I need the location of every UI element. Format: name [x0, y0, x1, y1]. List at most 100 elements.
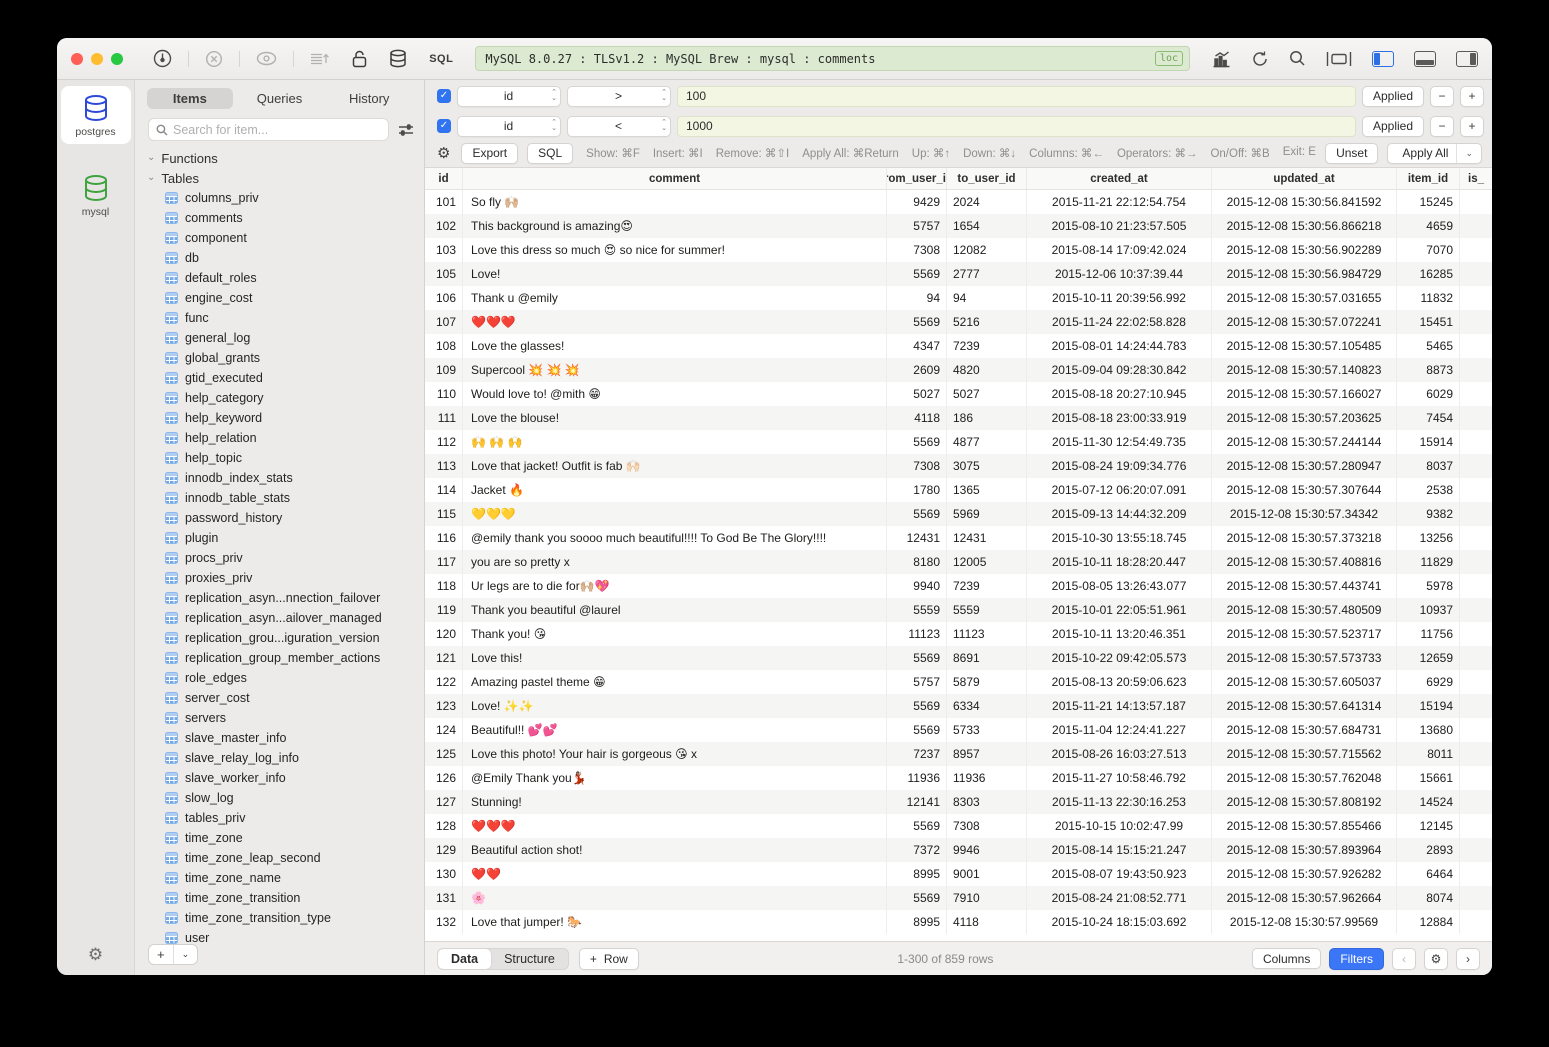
group-functions[interactable]: ⌄ Functions	[135, 148, 424, 168]
filter-operator-select[interactable]: >⌃⌄	[567, 86, 671, 107]
filter-value-input[interactable]: 100	[677, 86, 1356, 107]
apply-all-button[interactable]: Apply All ⌄	[1387, 143, 1482, 164]
remove-filter-button[interactable]: −	[1430, 86, 1454, 107]
unset-button[interactable]: Unset	[1325, 143, 1378, 164]
sql-editor-icon[interactable]: SQL	[429, 53, 453, 65]
sidebar-item-engine_cost[interactable]: engine_cost	[135, 288, 424, 308]
table-row[interactable]: 130❤️❤️899590012015-08-07 19:43:50.92320…	[425, 862, 1492, 886]
log-icon[interactable]	[310, 51, 330, 67]
sidebar-item-time_zone_name[interactable]: time_zone_name	[135, 868, 424, 888]
sql-button[interactable]: SQL	[527, 143, 573, 164]
table-row[interactable]: 132Love that jumper! 🐎899541182015-10-24…	[425, 910, 1492, 934]
table-row[interactable]: 118Ur legs are to die for🙌🏼💖994072392015…	[425, 574, 1492, 598]
toggle-bottom-panel-icon[interactable]	[1414, 51, 1436, 67]
sidebar-item-procs_priv[interactable]: procs_priv	[135, 548, 424, 568]
filter-sliders-icon[interactable]	[398, 123, 414, 137]
applied-button[interactable]: Applied	[1362, 86, 1424, 107]
connection-postgres[interactable]: postgres	[61, 86, 131, 144]
column-header-created_at[interactable]: created_at	[1027, 168, 1212, 189]
sidebar-item-server_cost[interactable]: server_cost	[135, 688, 424, 708]
table-row[interactable]: 128❤️❤️❤️556973082015-10-15 10:02:47.992…	[425, 814, 1492, 838]
remove-filter-button[interactable]: −	[1430, 116, 1454, 137]
close-window-button[interactable]	[71, 53, 83, 65]
minimize-window-button[interactable]	[91, 53, 103, 65]
tab-items[interactable]: Items	[147, 88, 233, 109]
toggle-left-panel-icon[interactable]	[1372, 51, 1394, 67]
lock-icon[interactable]	[352, 50, 367, 68]
tab-queries[interactable]: Queries	[237, 88, 323, 109]
sidebar-item-replication_grou...iguration_version[interactable]: replication_grou...iguration_version	[135, 628, 424, 648]
disconnect-icon[interactable]	[205, 50, 223, 68]
table-row[interactable]: 116@emily thank you soooo much beautiful…	[425, 526, 1492, 550]
toggle-right-panel-icon[interactable]	[1456, 51, 1478, 67]
sidebar-item-help_relation[interactable]: help_relation	[135, 428, 424, 448]
sidebar-item-slave_worker_info[interactable]: slave_worker_info	[135, 768, 424, 788]
sidebar-item-role_edges[interactable]: role_edges	[135, 668, 424, 688]
column-header-updated_at[interactable]: updated_at	[1212, 168, 1397, 189]
sidebar-item-tables_priv[interactable]: tables_priv	[135, 808, 424, 828]
settings-gear-icon[interactable]: ⚙	[88, 945, 103, 965]
column-header-id[interactable]: id	[425, 168, 463, 189]
column-header-to_user_id[interactable]: to_user_id	[947, 168, 1027, 189]
table-row[interactable]: 112🙌 🙌 🙌556948772015-11-30 12:54:49.7352…	[425, 430, 1492, 454]
table-row[interactable]: 110Would love to! @mith 😁502750272015-08…	[425, 382, 1492, 406]
table-row[interactable]: 109Supercool 💥 💥 💥260948202015-09-04 09:…	[425, 358, 1492, 382]
column-header-comment[interactable]: comment	[463, 168, 887, 189]
table-row[interactable]: 114Jacket 🔥178013652015-07-12 06:20:07.0…	[425, 478, 1492, 502]
sidebar-item-help_keyword[interactable]: help_keyword	[135, 408, 424, 428]
sidebar-item-proxies_priv[interactable]: proxies_priv	[135, 568, 424, 588]
sidebar-item-global_grants[interactable]: global_grants	[135, 348, 424, 368]
sidebar-item-innodb_index_stats[interactable]: innodb_index_stats	[135, 468, 424, 488]
table-row[interactable]: 102This background is amazing😍5757165420…	[425, 214, 1492, 238]
sidebar-item-replication_asyn...ailover_managed[interactable]: replication_asyn...ailover_managed	[135, 608, 424, 628]
sidebar-item-plugin[interactable]: plugin	[135, 528, 424, 548]
zoom-window-button[interactable]	[111, 53, 123, 65]
table-row[interactable]: 122Amazing pastel theme 😁575758792015-08…	[425, 670, 1492, 694]
filters-button[interactable]: Filters	[1329, 948, 1384, 970]
table-row[interactable]: 103Love this dress so much 😍 so nice for…	[425, 238, 1492, 262]
column-header-item_id[interactable]: item_id	[1397, 168, 1460, 189]
eye-icon[interactable]	[256, 51, 277, 66]
sidebar-item-gtid_executed[interactable]: gtid_executed	[135, 368, 424, 388]
table-row[interactable]: 113Love that jacket! Outfit is fab 🙌🏻730…	[425, 454, 1492, 478]
sidebar-item-general_log[interactable]: general_log	[135, 328, 424, 348]
sidebar-item-columns_priv[interactable]: columns_priv	[135, 188, 424, 208]
sidebar-item-slave_relay_log_info[interactable]: slave_relay_log_info	[135, 748, 424, 768]
filter-operator-select[interactable]: <⌃⌄	[567, 116, 671, 137]
sidebar-item-func[interactable]: func	[135, 308, 424, 328]
sidebar-item-help_category[interactable]: help_category	[135, 388, 424, 408]
filter-settings-gear-icon[interactable]: ⚙	[437, 144, 450, 162]
filter-column-select[interactable]: id⌃⌄	[457, 116, 561, 137]
group-tables[interactable]: ⌄ Tables	[135, 168, 424, 188]
table-row[interactable]: 106Thank u @emily94942015-10-11 20:39:56…	[425, 286, 1492, 310]
table-row[interactable]: 127Stunning!1214183032015-11-13 22:30:16…	[425, 790, 1492, 814]
add-filter-button[interactable]: +	[1460, 116, 1484, 137]
sidebar-item-servers[interactable]: servers	[135, 708, 424, 728]
table-row[interactable]: 121Love this!556986912015-10-22 09:42:05…	[425, 646, 1492, 670]
refresh-icon[interactable]	[1251, 50, 1269, 68]
table-row[interactable]: 123Love! ✨✨556963342015-11-21 14:13:57.1…	[425, 694, 1492, 718]
sidebar-item-default_roles[interactable]: default_roles	[135, 268, 424, 288]
sidebar-item-db[interactable]: db	[135, 248, 424, 268]
table-row[interactable]: 129Beautiful action shot!737299462015-08…	[425, 838, 1492, 862]
table-row[interactable]: 120Thank you! 😘11123111232015-10-11 13:2…	[425, 622, 1492, 646]
filter-column-select[interactable]: id⌃⌄	[457, 86, 561, 107]
add-item-button[interactable]: +	[149, 947, 173, 962]
filter-value-input[interactable]: 1000	[677, 116, 1356, 137]
sidebar-item-slow_log[interactable]: slow_log	[135, 788, 424, 808]
connect-icon[interactable]	[153, 49, 172, 68]
sidebar-item-help_topic[interactable]: help_topic	[135, 448, 424, 468]
item-search-box[interactable]	[148, 118, 389, 141]
table-row[interactable]: 115💛💛💛556959692015-09-13 14:44:32.209201…	[425, 502, 1492, 526]
column-header-from_user_id[interactable]: from_user_id	[887, 168, 947, 189]
previous-page-button[interactable]: ‹	[1392, 948, 1416, 970]
add-filter-button[interactable]: +	[1460, 86, 1484, 107]
table-row[interactable]: 105Love!556927772015-12-06 10:37:39.4420…	[425, 262, 1492, 286]
sidebar-item-component[interactable]: component	[135, 228, 424, 248]
tab-history[interactable]: History	[326, 88, 412, 109]
next-page-button[interactable]: ›	[1456, 948, 1480, 970]
column-header-is_[interactable]: is_	[1460, 168, 1492, 189]
tab-structure[interactable]: Structure	[491, 949, 568, 969]
table-row[interactable]: 126@Emily Thank you💃🏽11936119362015-11-2…	[425, 766, 1492, 790]
add-row-button[interactable]: + Row	[579, 948, 639, 970]
